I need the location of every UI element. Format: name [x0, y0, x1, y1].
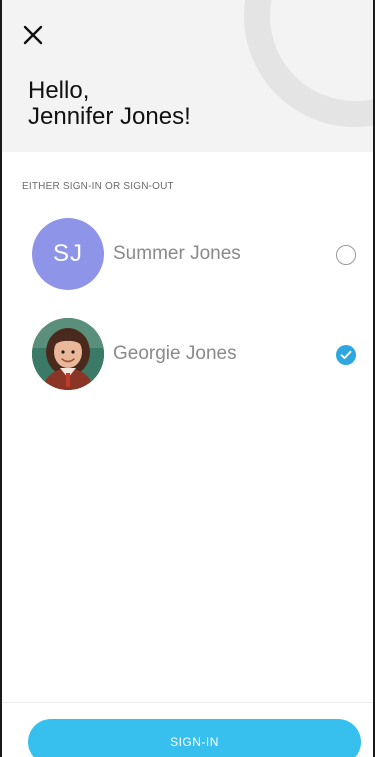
radio-selected[interactable] — [336, 345, 356, 365]
greeting: Hello, Jennifer Jones! — [28, 78, 191, 130]
sign-in-screen: Hello, Jennifer Jones! EITHER SIGN-IN OR… — [0, 0, 375, 757]
decorative-ring — [244, 0, 373, 127]
person-row-summer[interactable]: SJ Summer Jones — [2, 214, 373, 290]
close-icon — [23, 25, 43, 45]
person-row-georgie[interactable]: Georgie Jones — [2, 314, 373, 390]
close-button[interactable] — [22, 24, 44, 46]
avatar-initials: SJ — [32, 218, 104, 290]
sign-in-button[interactable]: SIGN-IN — [28, 719, 361, 757]
person-name: Summer Jones — [113, 243, 241, 264]
greeting-line-1: Hello, — [28, 77, 90, 104]
person-name: Georgie Jones — [113, 343, 237, 364]
header: Hello, Jennifer Jones! — [2, 0, 373, 152]
radio-unselected[interactable] — [336, 245, 356, 265]
checkmark-icon — [340, 350, 352, 359]
avatar-photo — [32, 318, 104, 390]
greeting-line-2: Jennifer Jones! — [28, 103, 191, 130]
footer: SIGN-IN — [2, 702, 373, 757]
child-photo-avatar — [32, 318, 104, 390]
section-label: EITHER SIGN-IN OR SIGN-OUT — [22, 181, 174, 192]
